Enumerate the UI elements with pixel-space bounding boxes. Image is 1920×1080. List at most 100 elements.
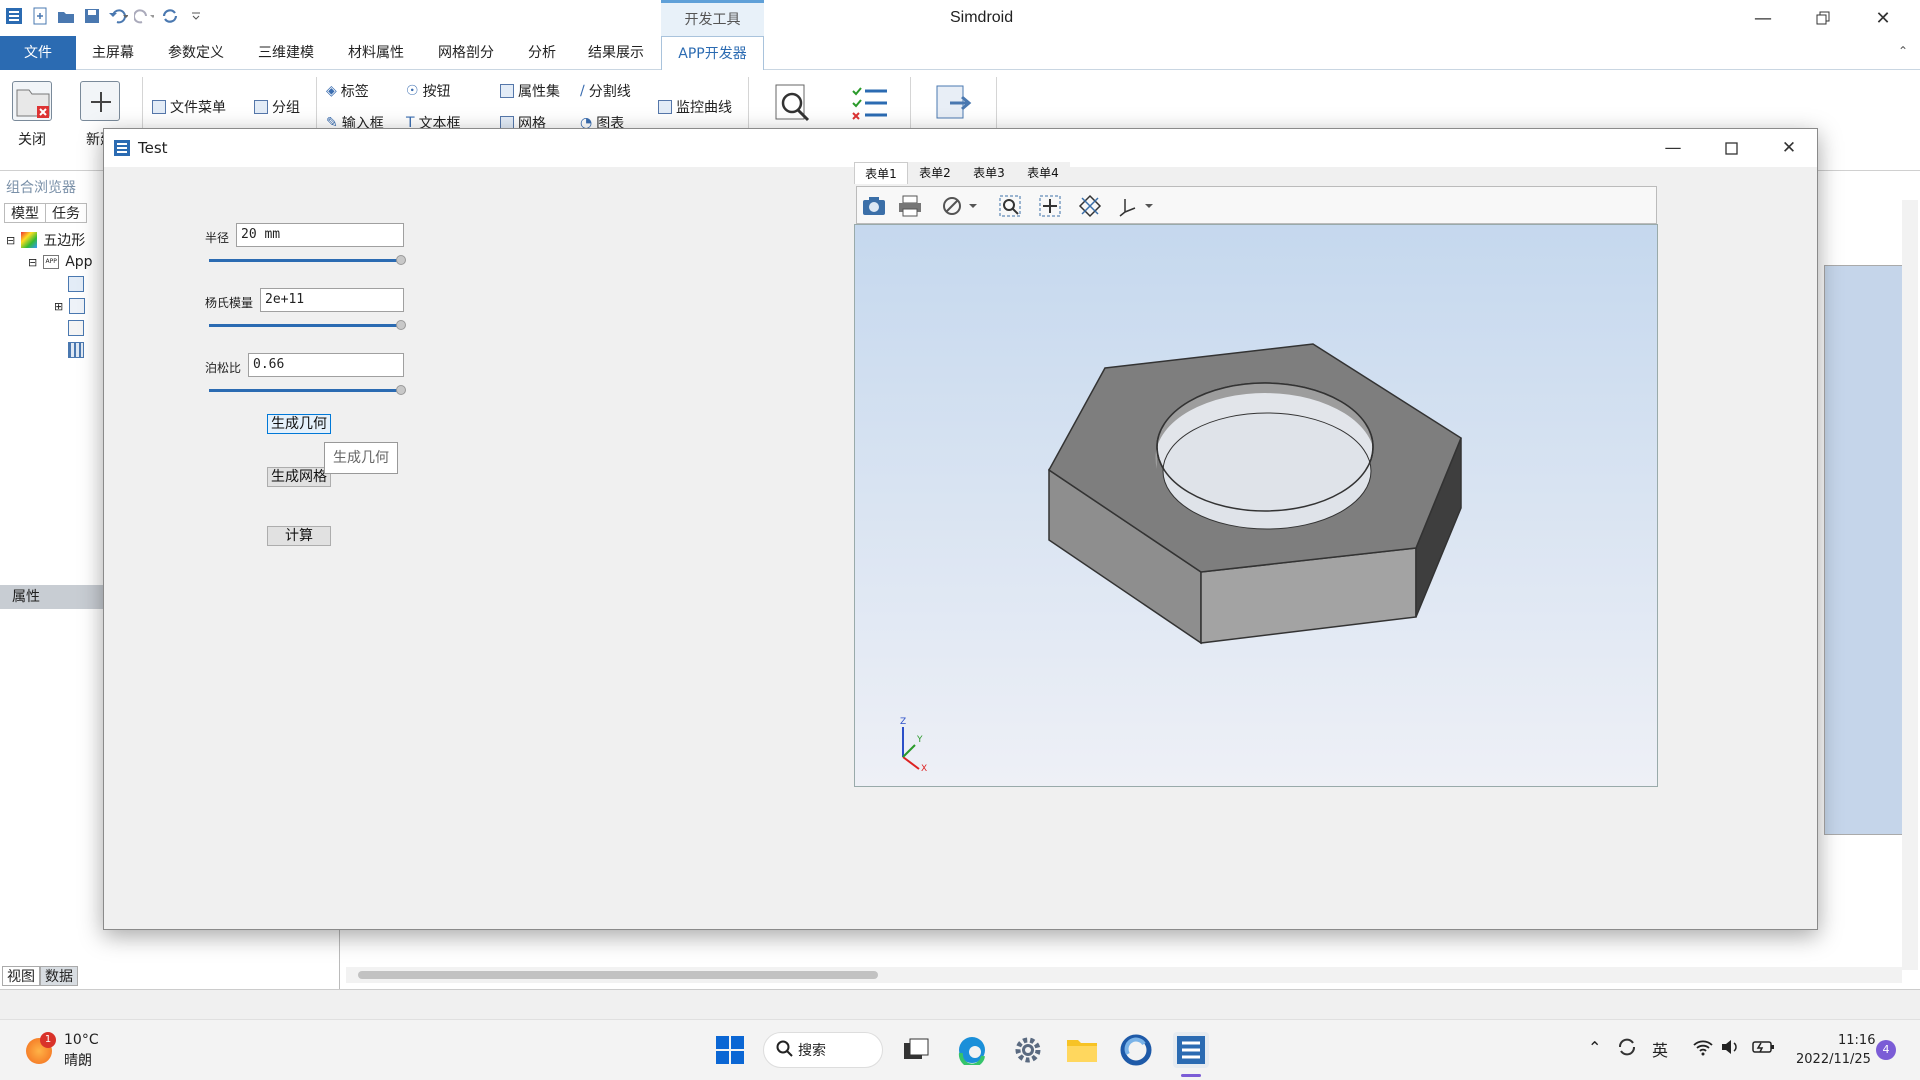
battery-icon[interactable] [1752,1038,1776,1060]
volume-icon[interactable] [1720,1038,1742,1060]
property-set-button[interactable]: 属性集 [500,81,560,101]
tab-file[interactable]: 文件 [0,36,76,70]
app-swirl-icon[interactable] [1118,1032,1154,1068]
tab-app-developer[interactable]: APP开发器 [661,36,764,70]
monitor-curve-icon [658,100,672,114]
slider-track [209,259,401,262]
collapse-icon[interactable]: ⊟ [28,256,37,269]
tab-model[interactable]: 模型 [4,203,46,223]
close-folder-icon [12,81,52,121]
dialog-maximize-icon[interactable] [1702,129,1760,167]
tab-analysis[interactable]: 分析 [516,36,568,70]
start-icon[interactable] [712,1032,748,1068]
visibility-dropdown-icon[interactable] [941,193,981,219]
wifi-icon[interactable] [1692,1038,1714,1060]
contextual-tab-devtools[interactable]: 开发工具 [661,0,764,36]
tab-tasks[interactable]: 任务 [46,203,87,223]
open-folder-icon[interactable] [56,6,76,26]
refresh-icon[interactable] [160,6,180,26]
label-button[interactable]: ◈ 标签 [326,81,369,101]
notification-badge[interactable]: 4 [1876,1040,1896,1060]
tab-home[interactable]: 主屏幕 [80,36,146,70]
slider-knob[interactable] [396,320,406,330]
generate-geometry-button[interactable]: 生成几何 [267,414,331,434]
camera-icon[interactable] [861,193,887,219]
group-icon [254,100,268,114]
close-app-button[interactable]: 关闭 [2,81,62,149]
button-button[interactable]: ☉ 按钮 [406,81,451,101]
tree-row-form[interactable] [6,273,93,295]
edge-icon[interactable] [954,1032,990,1068]
settings-gear-icon[interactable] [1010,1032,1046,1068]
tree-row-group[interactable]: ⊞ [6,295,93,317]
slider-knob[interactable] [396,255,406,265]
tab-form3[interactable]: 表单3 [962,162,1016,184]
preview-search-icon[interactable] [774,83,814,127]
simdroid-taskbar-icon[interactable] [1173,1032,1209,1068]
collapse-icon[interactable]: ⊟ [6,234,15,247]
tab-data[interactable]: 数据 [40,966,78,986]
tab-form4[interactable]: 表单4 [1016,162,1070,184]
pan-icon[interactable] [1037,193,1063,219]
undo-icon[interactable] [108,6,128,26]
minimize-icon[interactable]: — [1733,0,1793,36]
tab-form1[interactable]: 表单1 [854,162,908,184]
search-label: 搜索 [798,1043,826,1059]
axis-z-label: Z [900,717,907,727]
new-file-icon[interactable] [30,6,50,26]
ime-indicator[interactable]: 英 [1652,1037,1668,1061]
radius-input[interactable]: 20 mm [236,223,404,247]
dialog-close-icon[interactable]: ✕ [1760,129,1818,167]
tree-row-table[interactable] [6,339,93,361]
3d-viewport[interactable]: Z Y X [854,224,1658,787]
splitter-button[interactable]: ∕ 分割线 [580,81,631,101]
tab-view[interactable]: 视图 [2,966,40,986]
poisson-ratio-input[interactable]: 0.66 [248,353,404,377]
slider-knob[interactable] [396,385,406,395]
monitor-curve-button[interactable]: 监控曲线 [658,97,732,117]
weather-desc: 晴朗 [64,1053,92,1069]
scroll-thumb[interactable] [358,971,878,979]
collapse-ribbon-icon[interactable]: ⌃ [1898,44,1908,58]
expand-icon[interactable]: ⊞ [54,300,63,313]
youngs-modulus-input[interactable]: 2e+11 [260,288,404,312]
tab-meshing[interactable]: 网格剖分 [430,36,502,70]
calculate-button[interactable]: 计算 [267,526,331,546]
save-icon[interactable] [82,6,102,26]
clock-date[interactable]: 2022/11/25 [1796,1052,1871,1067]
restore-icon[interactable] [1793,0,1853,36]
export-app-icon[interactable] [934,83,974,127]
close-icon[interactable]: ✕ [1853,0,1913,36]
group-button[interactable]: 分组 [254,97,300,117]
clock-time[interactable]: 11:16 [1838,1033,1875,1048]
search-box[interactable]: 搜索 [763,1032,883,1068]
print-icon[interactable] [897,193,923,219]
tab-materials[interactable]: 材料属性 [340,36,412,70]
fit-view-icon[interactable] [1077,193,1103,219]
zoom-box-icon[interactable] [997,193,1023,219]
tab-parameters[interactable]: 参数定义 [160,36,232,70]
generate-mesh-button[interactable]: 生成网格 [267,467,331,487]
poisson-ratio-slider[interactable] [209,383,406,397]
tray-chevron-icon[interactable]: ⌃ [1588,1038,1601,1057]
tab-3d-modeling[interactable]: 三维建模 [250,36,322,70]
sync-icon[interactable] [1616,1036,1638,1062]
file-menu-button[interactable]: 文件菜单 [152,97,226,117]
task-view-icon[interactable] [898,1032,934,1068]
tree-row-root[interactable]: ⊟ 五边形 [6,229,93,251]
vertical-scrollbar[interactable] [1902,200,1918,970]
youngs-modulus-slider[interactable] [209,318,406,332]
redo-icon[interactable] [134,6,154,26]
tab-results[interactable]: 结果展示 [580,36,652,70]
tab-form2[interactable]: 表单2 [908,162,962,184]
test-dialog: Test — ✕ 半径 20 mm 杨氏模量 2e+11 泊松比 0.66 生成… [103,128,1818,930]
radius-slider[interactable] [209,253,406,267]
horizontal-scrollbar[interactable] [346,967,1902,983]
axis-view-dropdown-icon[interactable] [1117,193,1157,219]
customize-dropdown-icon[interactable] [186,6,206,26]
tree-row-app[interactable]: ⊟ APP App [6,251,93,273]
checklist-icon[interactable] [850,83,890,127]
file-explorer-icon[interactable] [1064,1032,1100,1068]
tree-row-layers[interactable] [6,317,93,339]
app-logo-icon[interactable] [4,6,24,26]
